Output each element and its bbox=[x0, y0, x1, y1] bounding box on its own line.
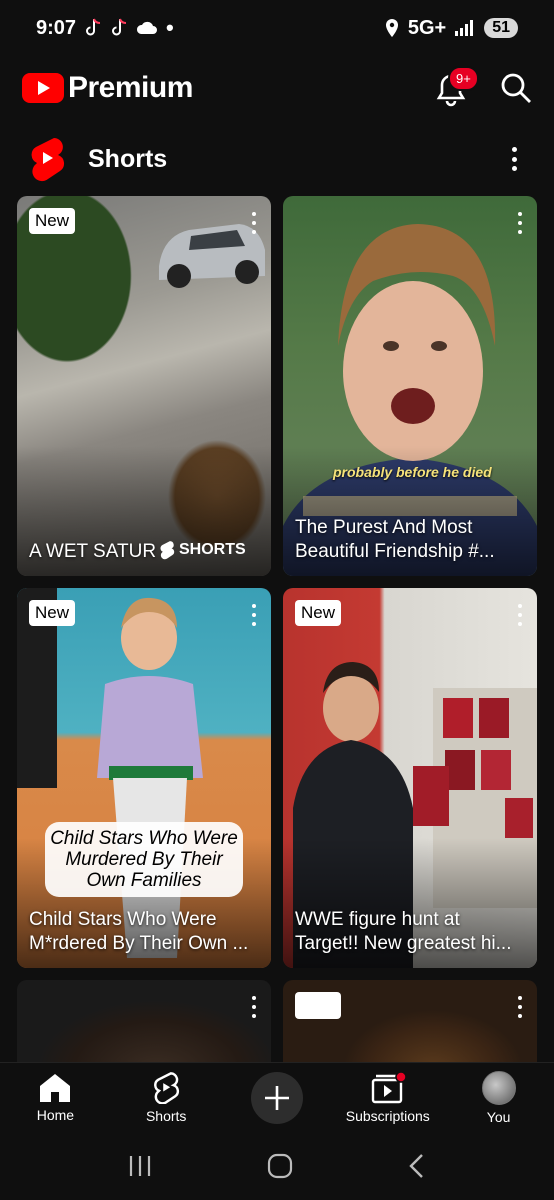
avatar bbox=[481, 1070, 516, 1105]
more-dot bbox=[252, 622, 256, 626]
more-dot bbox=[518, 1014, 522, 1018]
status-bar: 9:07 • 5G+ 51 bbox=[0, 0, 554, 56]
battery-level: 51 bbox=[484, 18, 518, 38]
more-dot bbox=[252, 212, 256, 216]
nav-subscriptions[interactable]: Subscriptions bbox=[332, 1071, 443, 1124]
short-title: WWE figure hunt at Target!! New greatest… bbox=[295, 909, 512, 954]
nav-home[interactable]: Home bbox=[0, 1073, 111, 1123]
nav-you[interactable]: You bbox=[443, 1070, 554, 1125]
more-dot bbox=[252, 1005, 256, 1009]
short-title: A WET SATUR bbox=[29, 541, 157, 562]
more-dot bbox=[511, 166, 517, 171]
blank-badge bbox=[295, 992, 341, 1019]
create-plus-icon bbox=[264, 1085, 289, 1110]
short-card[interactable]: New SHORTS A WET SATUR bbox=[17, 196, 271, 576]
short-card[interactable] bbox=[283, 980, 537, 1062]
dot-indicator: • bbox=[166, 15, 174, 40]
subscriptions-icon bbox=[371, 1071, 406, 1103]
more-dot bbox=[252, 996, 256, 1000]
search-icon[interactable] bbox=[500, 72, 532, 104]
tiktok-icon bbox=[86, 18, 101, 36]
video-caption: probably before he died bbox=[333, 464, 492, 480]
more-dot bbox=[518, 1005, 522, 1009]
new-badge: New bbox=[295, 600, 342, 626]
watermark-text: SHORTS bbox=[179, 541, 246, 558]
network-type: 5G+ bbox=[407, 16, 447, 39]
nav-label: You bbox=[486, 1108, 511, 1125]
youtube-premium-logo[interactable]: Premium bbox=[22, 71, 193, 105]
short-thumbnail bbox=[17, 980, 271, 1062]
new-badge: New bbox=[29, 208, 76, 234]
clock: 9:07 bbox=[36, 16, 77, 39]
tiktok-icon bbox=[112, 18, 127, 36]
more-dot bbox=[252, 221, 256, 225]
more-dot bbox=[518, 230, 522, 234]
more-dot bbox=[518, 212, 522, 216]
more-dot bbox=[518, 604, 522, 608]
short-title: Child Stars Who Were M*rdered By Their O… bbox=[29, 909, 249, 954]
home-icon bbox=[40, 1073, 71, 1102]
new-badge: New bbox=[29, 600, 76, 626]
shorts-icon bbox=[154, 1071, 180, 1104]
more-dot bbox=[252, 230, 256, 234]
create-button[interactable] bbox=[250, 1071, 303, 1124]
recent-apps-icon[interactable] bbox=[127, 1154, 153, 1178]
short-card[interactable] bbox=[17, 980, 271, 1062]
more-dot bbox=[252, 613, 256, 617]
nav-label: Subscriptions bbox=[345, 1107, 430, 1124]
youtube-logo-icon bbox=[22, 73, 64, 103]
shorts-watermark: SHORTS bbox=[159, 540, 246, 560]
signal-icon bbox=[455, 20, 474, 36]
bottom-navigation: Home Shorts Subscriptions You bbox=[0, 1062, 554, 1132]
more-dot bbox=[518, 996, 522, 1000]
notifications-button[interactable]: 9+ bbox=[434, 66, 479, 108]
video-overlay-text: Child Stars Who Were Murdered By Their O… bbox=[45, 822, 243, 897]
card-more-button[interactable] bbox=[515, 996, 525, 1018]
more-dot bbox=[518, 613, 522, 617]
card-more-button[interactable] bbox=[249, 212, 259, 234]
more-dot bbox=[252, 604, 256, 608]
cloud-icon bbox=[137, 21, 158, 34]
shorts-watermark-icon bbox=[160, 541, 175, 560]
more-dot bbox=[252, 1014, 256, 1018]
notification-badge: 9+ bbox=[448, 66, 479, 91]
location-icon bbox=[385, 19, 398, 37]
more-dot bbox=[511, 156, 517, 162]
nav-label: Shorts bbox=[145, 1107, 187, 1124]
short-title: The Purest And Most Beautiful Friendship… bbox=[295, 517, 495, 562]
short-card[interactable]: New Child Stars Who Were Murdered By The… bbox=[17, 588, 271, 968]
more-dot bbox=[518, 622, 522, 626]
shorts-section-header: Shorts bbox=[0, 128, 554, 190]
short-card[interactable]: probably before he died The Purest And M… bbox=[283, 196, 537, 576]
back-icon[interactable] bbox=[407, 1153, 427, 1179]
logo-text: Premium bbox=[68, 71, 193, 104]
shorts-logo-icon bbox=[31, 138, 65, 182]
more-dot bbox=[518, 221, 522, 225]
card-more-button[interactable] bbox=[515, 604, 525, 626]
nav-label: Home bbox=[36, 1106, 75, 1123]
section-more-button[interactable] bbox=[502, 144, 526, 174]
home-button-icon[interactable] bbox=[266, 1152, 294, 1180]
app-bar: Premium 9+ bbox=[0, 56, 554, 120]
short-card[interactable]: New WWE figure hunt at Target!! New grea… bbox=[283, 588, 537, 968]
card-more-button[interactable] bbox=[249, 604, 259, 626]
nav-shorts[interactable]: Shorts bbox=[111, 1071, 222, 1124]
more-dot bbox=[511, 147, 517, 152]
section-title: Shorts bbox=[88, 144, 168, 173]
card-more-button[interactable] bbox=[515, 212, 525, 234]
card-more-button[interactable] bbox=[249, 996, 259, 1018]
nav-create[interactable] bbox=[222, 1071, 333, 1124]
system-navigation-bar bbox=[0, 1132, 554, 1200]
